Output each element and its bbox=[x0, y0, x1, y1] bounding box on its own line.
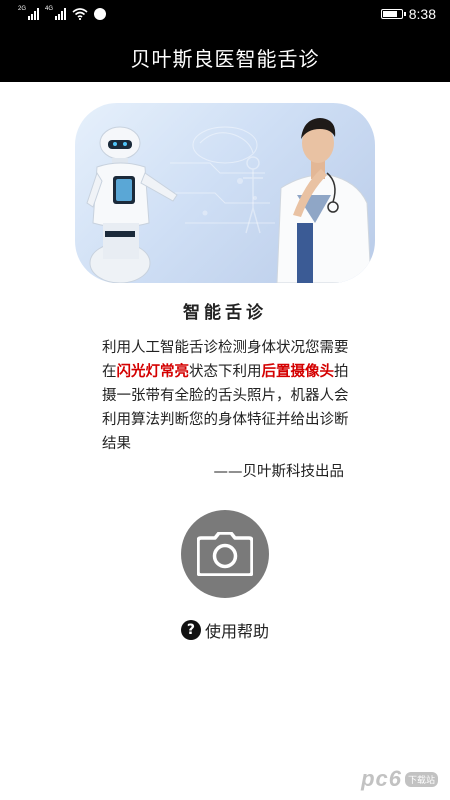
watermark-site: 下载站 bbox=[404, 771, 438, 787]
battery-icon bbox=[380, 9, 406, 19]
doctor-figure bbox=[276, 118, 372, 283]
description-text-2: 状态下利用 bbox=[189, 364, 262, 380]
sim1-tag: 2G bbox=[18, 6, 27, 12]
camera-icon bbox=[197, 532, 253, 576]
battery-fill bbox=[382, 11, 398, 17]
watermark: pc6 下载站 bbox=[361, 766, 438, 792]
robot-figure bbox=[86, 126, 178, 283]
flash-highlight: 闪光灯常亮 bbox=[116, 364, 190, 380]
app-bar: 贝叶斯良医智能舌诊 bbox=[0, 32, 450, 82]
help-link[interactable]: ? 使用帮助 bbox=[0, 618, 450, 642]
question-icon: ? bbox=[180, 620, 201, 640]
status-left: 2G 4G bbox=[18, 6, 106, 20]
hero-image bbox=[75, 103, 375, 283]
notification-icon bbox=[94, 8, 106, 20]
description: 利用人工智能舌诊检测身体状况您需要在闪光灯常亮状态下利用后置摄像头拍摄一张带有全… bbox=[102, 336, 352, 456]
status-bar: 2G 4G 8:38 bbox=[0, 0, 450, 32]
feature-title: 智能舌诊 bbox=[183, 303, 267, 323]
wifi-icon bbox=[72, 8, 88, 20]
sim2-tag: 4G bbox=[45, 6, 54, 12]
watermark-logo: pc6 bbox=[361, 766, 402, 791]
robot-doctor-illustration bbox=[86, 118, 372, 283]
help-label: 使用帮助 bbox=[204, 622, 269, 641]
app-title: 贝叶斯良医智能舌诊 bbox=[130, 46, 320, 71]
signature: ——贝叶斯科技出品 bbox=[213, 464, 345, 480]
status-right: 8:38 bbox=[380, 6, 436, 22]
camera-button[interactable] bbox=[181, 510, 269, 598]
signal-icon: 2G bbox=[18, 6, 39, 20]
status-time: 8:38 bbox=[408, 6, 436, 22]
signal-icon: 4G bbox=[45, 6, 66, 20]
rear-camera-highlight: 后置摄像头 bbox=[261, 364, 335, 380]
